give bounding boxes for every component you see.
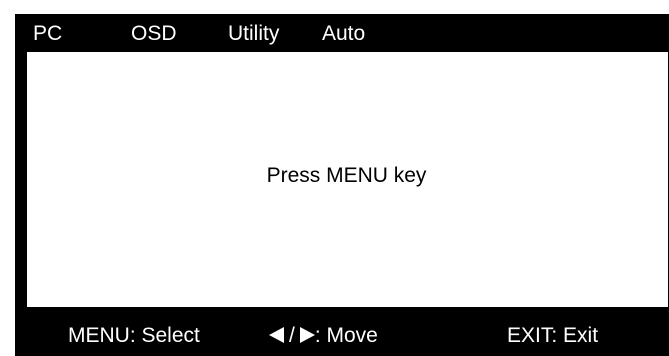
footer-hints: MENU: Select / : Move EXIT: Exit <box>15 307 669 356</box>
right-triangle-icon <box>299 327 315 343</box>
select-hint: MENU: Select <box>68 324 200 347</box>
left-triangle-icon <box>269 327 284 343</box>
move-hint-label: : Move <box>314 324 378 347</box>
osd-window: PC OSD Utility Auto Press MENU key MENU:… <box>15 14 669 356</box>
exit-hint: EXIT: Exit <box>507 324 599 347</box>
menu-bar: PC OSD Utility Auto <box>15 14 669 52</box>
tab-pc[interactable]: PC <box>33 20 62 48</box>
prompt-text: Press MENU key <box>266 163 427 187</box>
move-hint: / : Move <box>269 322 378 350</box>
tab-osd[interactable]: OSD <box>131 20 177 48</box>
tab-utility[interactable]: Utility <box>228 20 279 48</box>
move-separator: / <box>289 324 295 347</box>
content-panel: Press MENU key <box>27 52 668 307</box>
tab-auto[interactable]: Auto <box>322 20 365 48</box>
